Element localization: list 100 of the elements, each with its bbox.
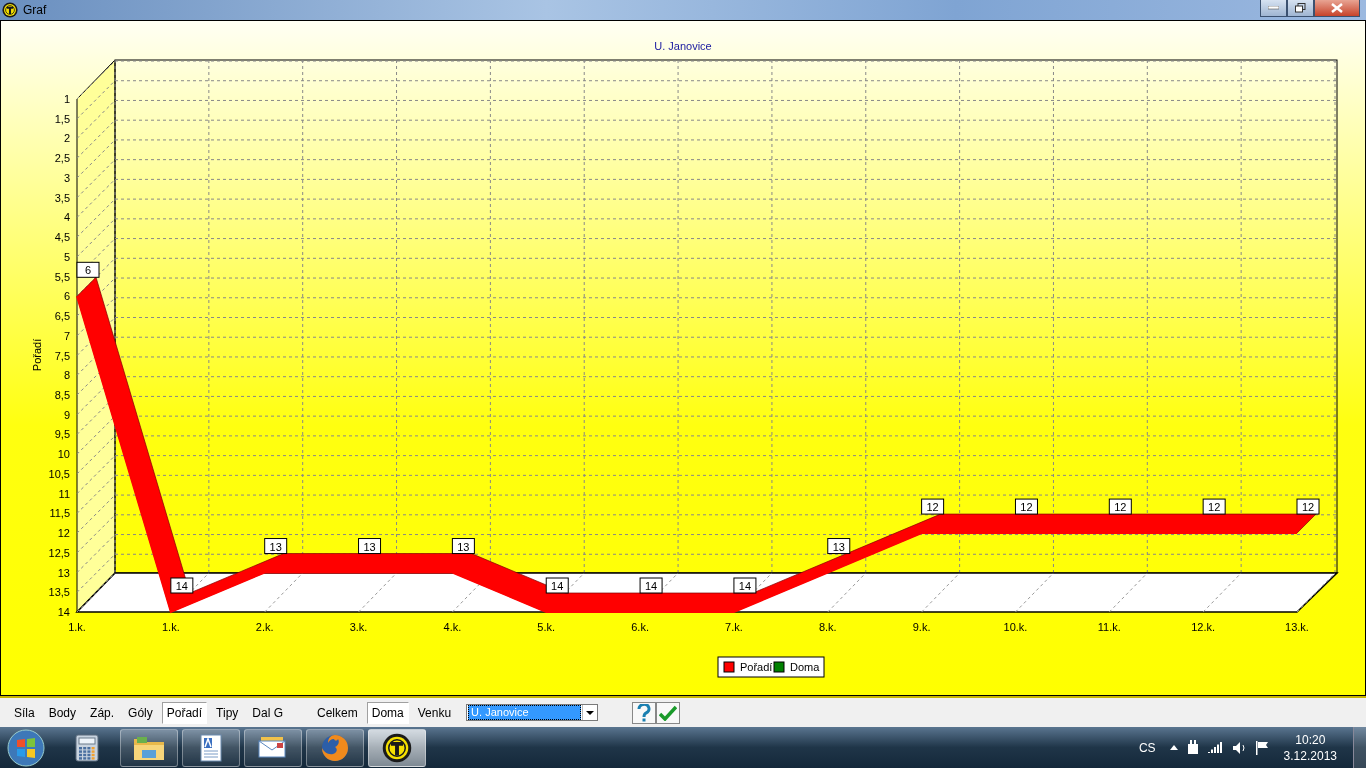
data-label: 13 <box>832 540 845 553</box>
data-label: 12 <box>1020 501 1033 514</box>
data-label: 12 <box>1296 498 1320 515</box>
calculator-icon <box>75 733 99 762</box>
x-tick-label: 3.k. <box>349 621 368 633</box>
data-label: 12 <box>1208 501 1221 514</box>
data-label: 14 <box>170 577 194 594</box>
data-label: 6 <box>84 264 92 277</box>
window-title: Graf <box>23 3 47 17</box>
x-tick-label: 1.k. <box>68 621 86 633</box>
y-tick-label: 10,5 <box>48 467 70 480</box>
taskbar-button[interactable] <box>120 728 178 767</box>
start-button[interactable] <box>6 727 46 768</box>
y-axis-title: Pořadí <box>31 338 43 372</box>
folder-icon <box>133 734 165 761</box>
data-label: 12 <box>921 498 945 515</box>
y-tick-label: 1 <box>63 93 70 105</box>
power-plug-icon[interactable] <box>1186 739 1199 756</box>
y-tick-label: 13 <box>57 566 70 579</box>
minimize-icon <box>1268 6 1279 10</box>
data-label: 12 <box>1014 498 1038 515</box>
clock[interactable]: 10:20 3.12.2013 <box>1283 731 1337 764</box>
minimize-button[interactable] <box>1260 0 1287 17</box>
app-logo-icon <box>382 732 412 763</box>
restore-icon <box>1295 3 1306 13</box>
y-tick-label: 3,5 <box>54 191 70 204</box>
taskbar-button[interactable] <box>182 728 240 767</box>
data-label: 13 <box>363 540 376 553</box>
data-label: 14 <box>545 577 569 594</box>
tray-expand-icon[interactable] <box>1169 745 1178 750</box>
data-label: 12 <box>926 501 939 514</box>
flag-icon[interactable] <box>1255 740 1269 755</box>
x-tick-label: 8.k. <box>818 621 837 633</box>
mail-icon <box>257 734 289 761</box>
x-tick-label: 1.k. <box>162 621 180 633</box>
data-label: 13 <box>269 540 282 553</box>
show-desktop-button[interactable] <box>1353 727 1366 768</box>
chart-tab[interactable]: Záp. <box>85 701 120 724</box>
close-icon <box>1331 3 1343 13</box>
data-label: 14 <box>175 580 188 592</box>
y-tick-label: 1,5 <box>54 112 70 125</box>
x-tick-label: 7.k. <box>725 621 743 633</box>
scope-tab[interactable]: Venku <box>412 701 457 724</box>
taskbar-button[interactable] <box>244 728 302 767</box>
data-label: 14 <box>551 580 564 592</box>
chart-tab[interactable]: Pořadí <box>161 701 208 724</box>
y-tick-label: 6,5 <box>54 310 70 323</box>
y-tick-label: 9 <box>63 408 70 421</box>
x-tick-label: 11.k. <box>1097 621 1121 633</box>
y-tick-label: 11,5 <box>49 507 70 520</box>
y-tick-label: 7 <box>63 329 70 342</box>
chart-tab[interactable]: Tipy <box>211 701 244 724</box>
x-tick-label: 2.k. <box>255 621 274 633</box>
y-tick-label: 3 <box>63 171 70 184</box>
confirm-button[interactable] <box>656 701 681 724</box>
y-tick-label: 4 <box>63 211 70 224</box>
signal-icon[interactable] <box>1207 742 1224 753</box>
chart-tab[interactable]: Síla <box>9 701 40 724</box>
legend-label: Doma <box>790 661 820 673</box>
y-tick-label: 12,5 <box>48 546 70 559</box>
restore-button[interactable] <box>1287 0 1314 17</box>
checkmark-icon <box>659 704 678 721</box>
x-tick-label: 12.k. <box>1191 621 1216 633</box>
chart-tab[interactable]: Body <box>43 701 82 724</box>
x-tick-label: 6.k. <box>631 621 649 633</box>
data-label: 6 <box>76 261 100 278</box>
y-tick-label: 13,5 <box>48 586 70 599</box>
data-label: 14 <box>644 580 658 592</box>
x-tick-label: 4.k. <box>443 621 462 633</box>
y-tick-label: 9,5 <box>54 428 70 441</box>
dropdown-arrow-icon <box>586 710 595 715</box>
language-indicator[interactable]: CS <box>1138 740 1156 755</box>
chart-title: U. Janovice <box>654 40 712 52</box>
y-tick-label: 7,5 <box>54 349 70 362</box>
chart-tab[interactable]: Góly <box>123 701 158 724</box>
chart-tab[interactable]: Dal G <box>247 701 289 724</box>
y-tick-label: 12 <box>57 527 70 540</box>
data-label: 13 <box>457 540 470 553</box>
data-label: 13 <box>451 538 475 555</box>
scope-tab[interactable]: Celkem <box>312 701 363 724</box>
x-tick-label: 9.k. <box>912 621 931 633</box>
clock-date: 3.12.2013 <box>1283 747 1337 764</box>
document-icon <box>198 733 224 762</box>
data-label: 12 <box>1301 501 1315 514</box>
y-tick-label: 6 <box>63 290 70 303</box>
data-label: 14 <box>733 577 757 594</box>
scope-tab[interactable]: Doma <box>366 701 409 724</box>
y-tick-label: 4,5 <box>54 231 70 244</box>
y-tick-label: 2 <box>63 132 70 145</box>
data-label: 14 <box>738 580 752 592</box>
y-tick-label: 11 <box>58 487 70 500</box>
volume-icon[interactable] <box>1232 741 1247 754</box>
data-label: 12 <box>1202 498 1226 515</box>
y-tick-label: 8 <box>63 369 70 382</box>
close-button[interactable] <box>1314 0 1360 17</box>
question-mark-icon <box>637 703 652 722</box>
help-button[interactable] <box>632 701 657 724</box>
browser-globe-icon <box>320 732 350 763</box>
taskbar-button[interactable] <box>368 728 426 767</box>
data-label: 13 <box>264 538 288 555</box>
